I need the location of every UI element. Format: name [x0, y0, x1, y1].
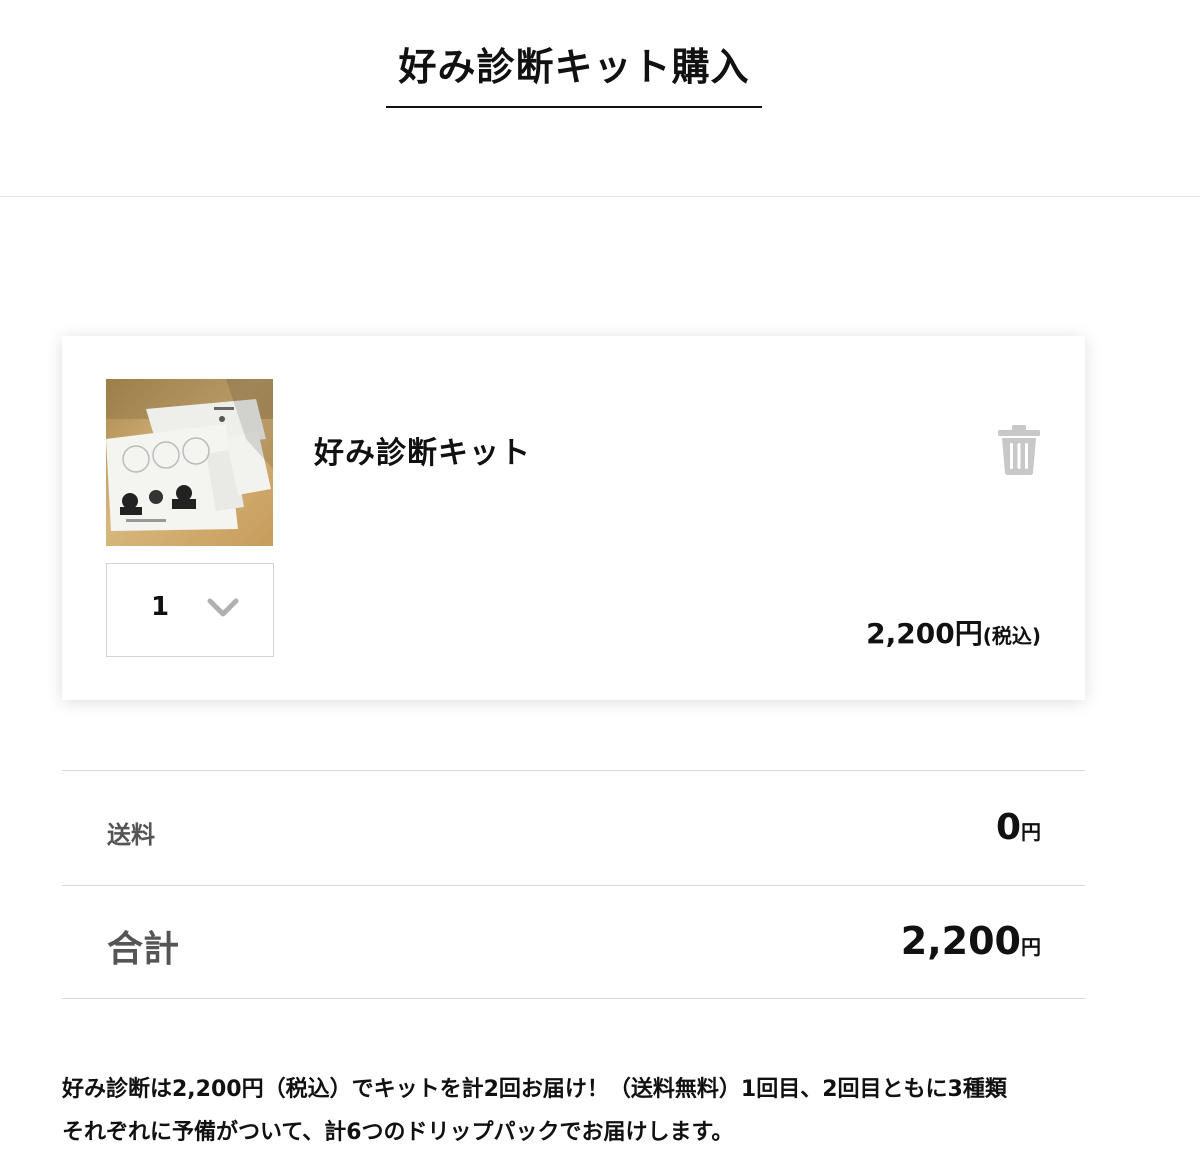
total-amount: 2,200: [900, 919, 1021, 963]
shipping-row: 送料 0円: [62, 770, 1085, 885]
total-value: 2,200円: [901, 919, 1041, 963]
shipping-value: 0円: [996, 807, 1041, 848]
trash-icon: [998, 425, 1040, 475]
total-row: 合計 2,200円: [62, 885, 1085, 999]
cart-item-card: 好み診断キット 1 2,200円(税込): [62, 336, 1085, 700]
item-price-value: 2,200円: [866, 617, 983, 650]
order-summary: 送料 0円 合計 2,200円: [62, 770, 1085, 999]
shipping-unit: 円: [1021, 820, 1041, 844]
kit-description-line-2: それぞれに予備がついて、計6つのドリップパックでお届けします。: [62, 1120, 734, 1145]
product-photo-image: [106, 379, 273, 546]
total-label: 合計: [107, 929, 180, 970]
chevron-down-icon: [207, 598, 239, 617]
tax-note: (税込): [982, 624, 1041, 648]
shipping-amount: 0: [995, 807, 1021, 848]
shipping-label: 送料: [107, 821, 155, 849]
quantity-select[interactable]: 1: [106, 563, 274, 657]
delete-item-button[interactable]: [996, 424, 1042, 476]
total-unit: 円: [1021, 935, 1041, 959]
page-header: 好み診断キット購入: [0, 0, 1200, 197]
item-price: 2,200円(税込): [866, 612, 1041, 652]
product-name: 好み診断キット: [314, 436, 531, 471]
kit-description: 好み診断は2,200円（税込）でキットを計2回お届け！（送料無料）1回目、2回目…: [62, 1068, 1122, 1154]
page-title: 好み診断キット購入: [386, 42, 762, 108]
kit-description-line-1: 好み診断は2,200円（税込）でキットを計2回お届け！（送料無料）1回目、2回目…: [62, 1077, 1007, 1102]
product-thumbnail: [106, 379, 273, 546]
quantity-value: 1: [151, 592, 170, 622]
